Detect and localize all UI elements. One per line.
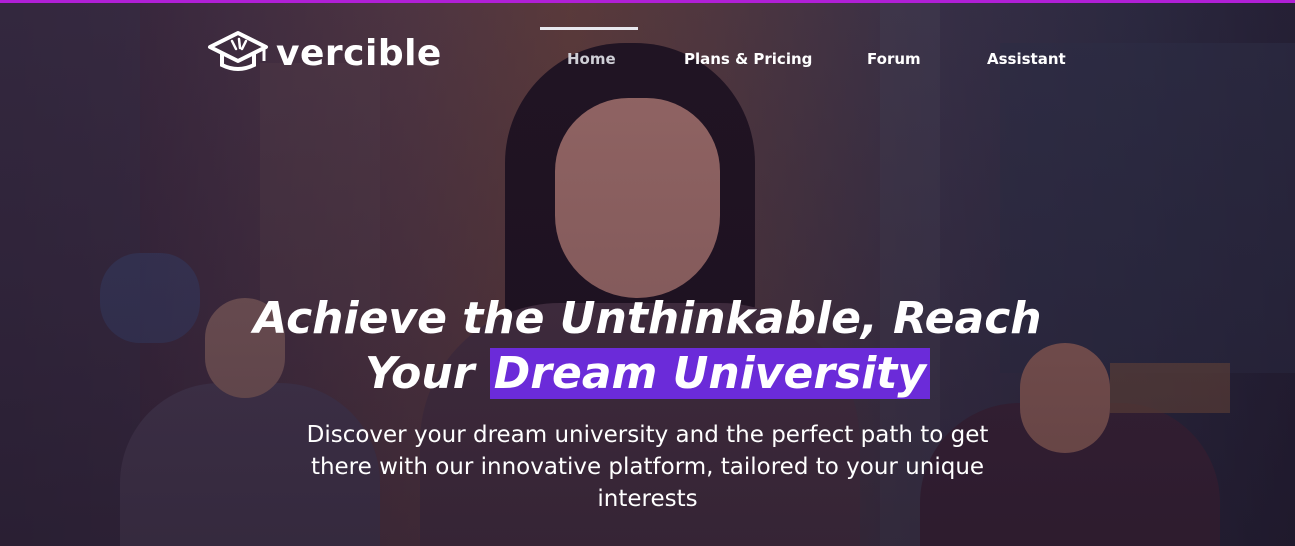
- headline-highlight: Dream University: [489, 348, 931, 399]
- nav-item-plans-pricing[interactable]: Plans & Pricing: [684, 50, 812, 68]
- brand-name: vercible: [276, 33, 442, 74]
- headline-prefix: Your: [364, 348, 490, 399]
- hero-section: vercible Home Plans & Pricing Forum Assi…: [0, 0, 1295, 546]
- active-nav-indicator: [540, 27, 638, 30]
- nav-item-forum[interactable]: Forum: [867, 50, 921, 68]
- hero-headline-line2: Your Dream University: [0, 348, 1295, 400]
- brand-logo[interactable]: vercible: [206, 29, 442, 78]
- top-navigation: vercible Home Plans & Pricing Forum Assi…: [0, 3, 1295, 83]
- hero-headline-line1: Achieve the Unthinkable, Reach: [253, 293, 1042, 344]
- nav-item-home[interactable]: Home: [567, 50, 616, 68]
- nav-item-assistant[interactable]: Assistant: [987, 50, 1066, 68]
- hero-subtitle: Discover your dream university and the p…: [306, 422, 989, 512]
- graduation-cap-icon: [206, 29, 270, 78]
